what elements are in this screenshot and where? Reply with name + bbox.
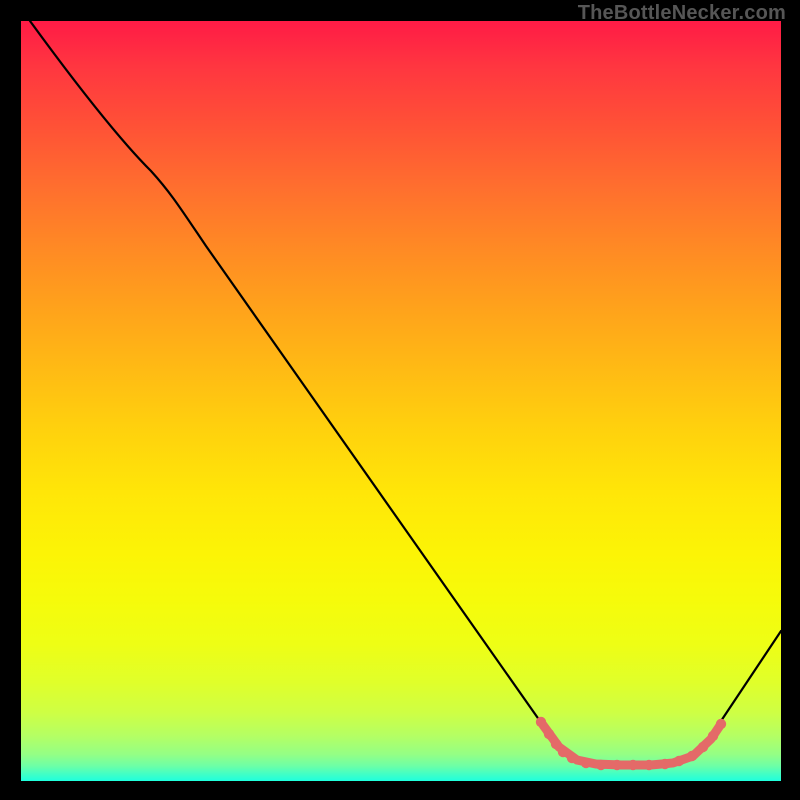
marker-dot [612, 760, 622, 770]
marker-dot [628, 760, 638, 770]
marker-dot [716, 719, 726, 729]
marker-dot [536, 717, 546, 727]
marker-dot [674, 756, 684, 766]
bottleneck-curve [30, 21, 781, 763]
marker-dot [567, 753, 577, 763]
marker-dot [644, 760, 654, 770]
marker-dot [708, 731, 718, 741]
marker-dot [558, 747, 568, 757]
marker-dot [687, 751, 697, 761]
marker-dot [551, 739, 561, 749]
chart-svg [21, 21, 781, 781]
marker-dot [544, 729, 554, 739]
marker-dot [596, 760, 606, 770]
marker-dot [581, 758, 591, 768]
chart-plot-area [21, 21, 781, 781]
marker-dot [698, 742, 708, 752]
marker-dot [660, 759, 670, 769]
